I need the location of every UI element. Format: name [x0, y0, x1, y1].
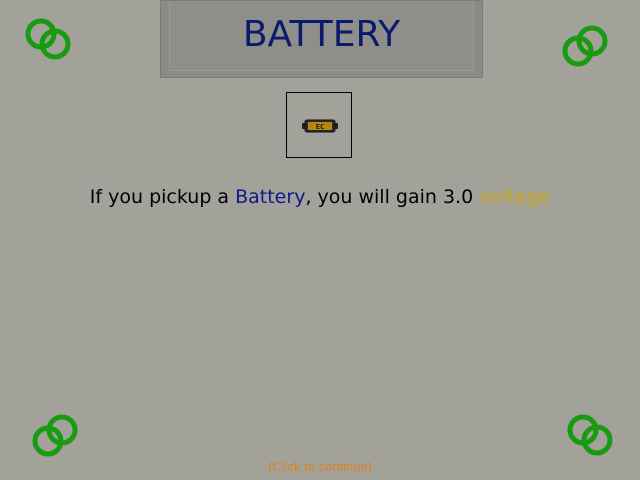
battery-icon-label: EC — [316, 123, 324, 131]
message-middle: , you will gain 3.0 — [305, 186, 480, 208]
pickup-message: If you pickup a Battery, you will gain 3… — [0, 186, 640, 208]
page-title: BATTERY — [242, 14, 401, 55]
chain-link-icon — [25, 18, 71, 60]
chain-link-icon — [562, 25, 608, 67]
chain-link-icon — [32, 414, 78, 457]
message-item-name: Battery — [235, 186, 306, 208]
battery-icon: EC — [302, 119, 338, 133]
message-prefix: If you pickup a — [89, 186, 236, 208]
title-panel: BATTERY — [160, 0, 483, 78]
chain-link-icon — [567, 414, 613, 456]
item-preview-box: EC — [286, 92, 352, 158]
message-stat-name: voltage — [479, 186, 551, 208]
battery-info-screen[interactable]: { "title": "BATTERY", "item": { "icon": … — [0, 0, 640, 480]
title-panel-inner: BATTERY — [169, 1, 474, 71]
continue-hint[interactable]: (Click to continue) — [0, 459, 640, 474]
